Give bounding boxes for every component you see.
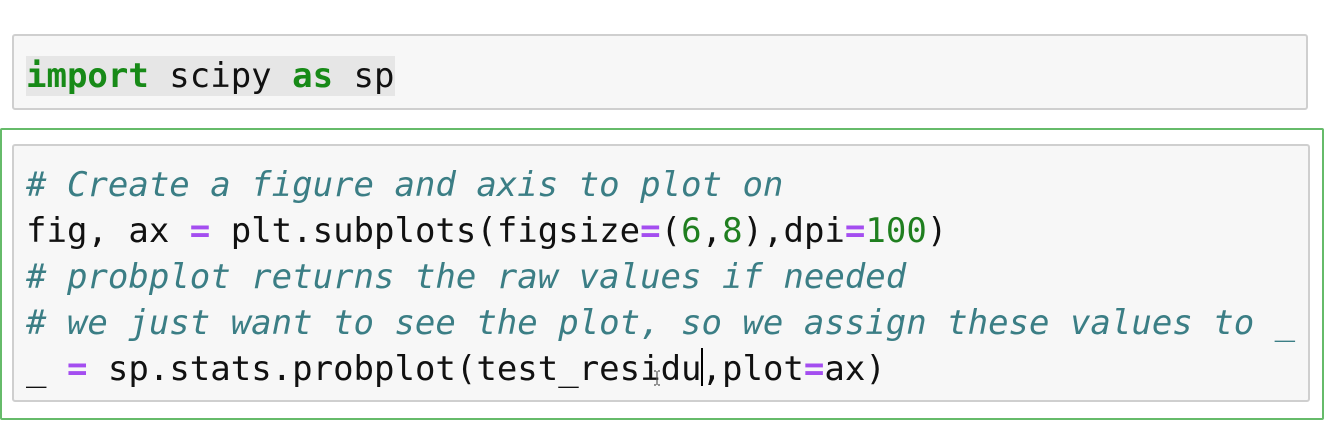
code-token: _ [26, 349, 67, 389]
code-token: = [844, 211, 866, 251]
code-token: ( [660, 211, 682, 251]
code-token: # probplot returns the raw values if nee… [26, 257, 907, 297]
code-token: = [189, 211, 211, 251]
code-token: import [26, 56, 149, 96]
code-token: 100 [865, 211, 927, 251]
code-cell-2-editor[interactable]: # Create a figure and axis to plot on fig… [26, 162, 1295, 392]
code-cell-2-selected[interactable]: # Create a figure and axis to plot on fig… [0, 128, 1324, 420]
code-token: ax) [824, 349, 886, 389]
code-token: scipy [148, 56, 293, 96]
code-token: 8 [722, 211, 743, 251]
code-line[interactable]: # we just want to see the plot, so we as… [26, 300, 1295, 346]
code-token: # Create a figure and axis to plot on [26, 165, 784, 205]
code-line[interactable]: fig, ax = plt.subplots(figsize=(6,8),dpi… [26, 208, 1295, 254]
code-token: as [292, 56, 334, 96]
code-token: = [803, 349, 825, 389]
code-token: fig, ax [26, 211, 190, 251]
code-line[interactable]: # Create a figure and axis to plot on [26, 162, 1295, 208]
code-token: ),dpi [742, 211, 845, 251]
code-token: = [66, 349, 88, 389]
code-line[interactable]: import scipy as sp [26, 53, 395, 99]
code-cell-2-input[interactable]: # Create a figure and axis to plot on fig… [12, 144, 1310, 402]
text-ibeam-cursor-icon [654, 370, 660, 386]
code-token: ,plot [701, 349, 804, 389]
code-token: sp [333, 56, 395, 96]
code-cell-1-editor[interactable]: import scipy as sp [26, 53, 395, 99]
code-token: ) [926, 211, 948, 251]
code-token: , [701, 211, 723, 251]
code-token: sp.stats.probplot(test_residu [87, 349, 702, 389]
code-token: = [640, 211, 661, 251]
code-cell-1[interactable]: import scipy as sp [0, 24, 1320, 120]
code-cell-1-input[interactable]: import scipy as sp [12, 34, 1308, 110]
code-token: 6 [681, 211, 702, 251]
code-token: # we just want to see the plot, so we as… [26, 303, 1296, 343]
code-line[interactable]: # probplot returns the raw values if nee… [26, 254, 1295, 300]
code-token: plt.subplots(figsize [210, 211, 641, 251]
